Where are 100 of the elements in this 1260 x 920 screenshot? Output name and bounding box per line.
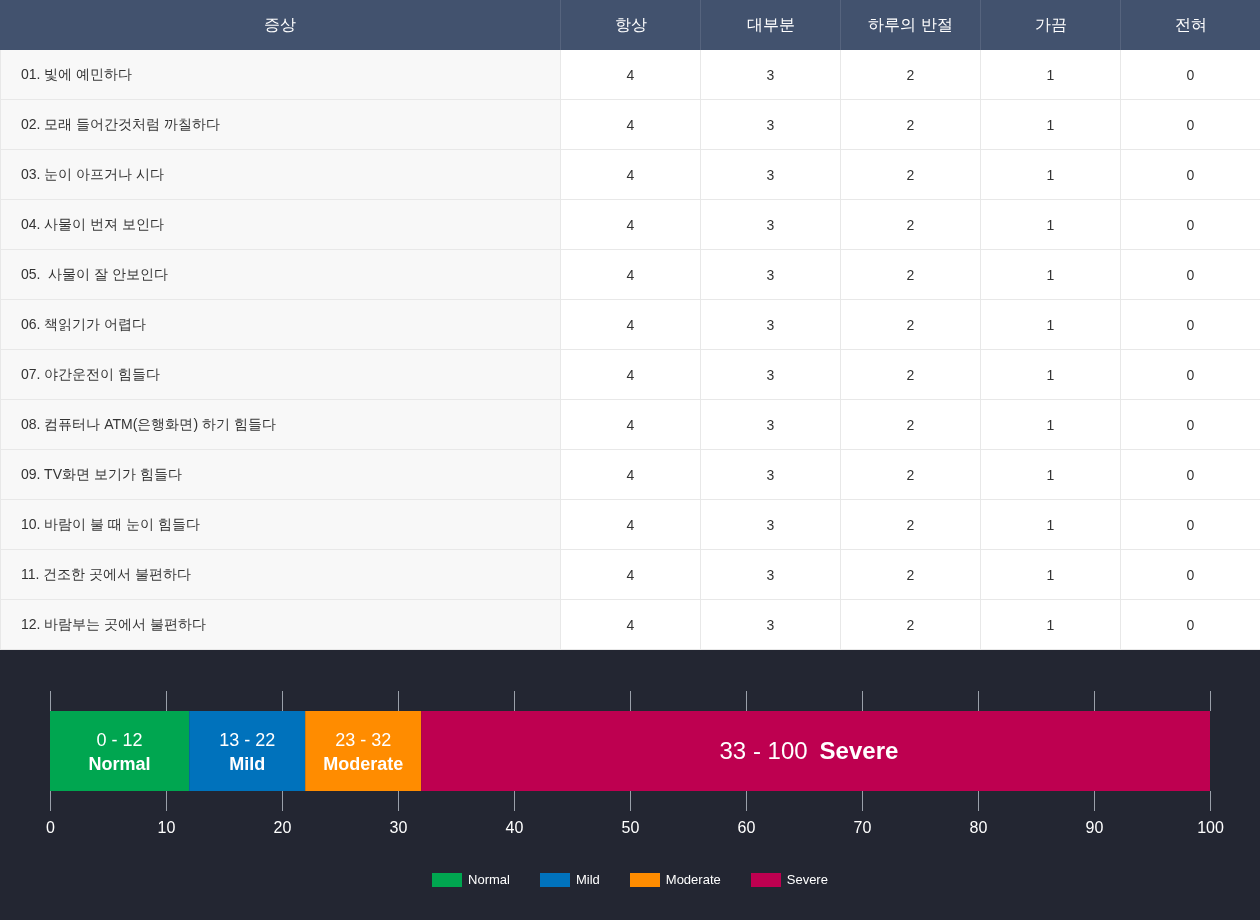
score-cell: 3 [700, 600, 840, 650]
score-cell: 1 [980, 450, 1120, 500]
axis-tick-label: 10 [157, 819, 176, 836]
symptom-cell: 07. 야간운전이 힘들다 [0, 350, 560, 400]
severity-label: Moderate [323, 754, 404, 774]
score-cell: 3 [700, 200, 840, 250]
score-cell: 3 [700, 500, 840, 550]
range-label: 33 - 100 [719, 737, 808, 764]
score-cell: 0 [1120, 150, 1260, 200]
score-cell: 2 [840, 350, 980, 400]
axis-tick-label: 40 [505, 819, 524, 836]
score-cell: 4 [560, 300, 700, 350]
score-cell: 0 [1120, 250, 1260, 300]
score-cell: 3 [700, 550, 840, 600]
symptom-cell: 09. TV화면 보기가 힘들다 [0, 450, 560, 500]
score-cell: 0 [1120, 50, 1260, 100]
score-cell: 4 [560, 200, 700, 250]
score-cell: 3 [700, 50, 840, 100]
score-cell: 1 [980, 100, 1120, 150]
score-cell: 2 [840, 400, 980, 450]
score-cell: 2 [840, 200, 980, 250]
axis-tick-label: 70 [853, 819, 872, 836]
severity-label: Severe [819, 737, 899, 764]
score-cell: 2 [840, 150, 980, 200]
score-cell: 4 [560, 600, 700, 650]
score-cell: 4 [560, 250, 700, 300]
score-cell: 0 [1120, 350, 1260, 400]
legend-label: Mild [575, 872, 600, 887]
range-label: 13 - 22 [219, 730, 276, 750]
score-cell: 1 [980, 50, 1120, 100]
axis-tick-label: 80 [969, 819, 988, 836]
score-cell: 1 [980, 550, 1120, 600]
column-header: 증상 [0, 0, 560, 50]
score-cell: 1 [980, 350, 1120, 400]
score-cell: 3 [700, 300, 840, 350]
symptom-cell: 03. 눈이 아프거나 시다 [0, 150, 560, 200]
severity-label: Normal [88, 754, 151, 774]
column-header: 항상 [560, 0, 700, 50]
symptom-cell: 06. 책읽기가 어렵다 [0, 300, 560, 350]
score-cell: 3 [700, 150, 840, 200]
symptom-cell: 11. 건조한 곳에서 불편하다 [0, 550, 560, 600]
axis-tick-label: 50 [621, 819, 640, 836]
score-cell: 2 [840, 100, 980, 150]
score-cell: 4 [560, 500, 700, 550]
score-cell: 3 [700, 400, 840, 450]
score-cell: 4 [560, 550, 700, 600]
score-cell: 2 [840, 250, 980, 300]
column-header: 전혀 [1120, 0, 1260, 50]
symptom-cell: 05. 사물이 잘 안보인다 [0, 250, 560, 300]
score-cell: 2 [840, 500, 980, 550]
score-cell: 0 [1120, 450, 1260, 500]
legend-label: Severe [786, 872, 828, 887]
score-cell: 3 [700, 100, 840, 150]
severity-label: Mild [229, 754, 266, 774]
axis-tick-label: 30 [389, 819, 408, 836]
column-header: 하루의 반절 [840, 0, 980, 50]
score-cell: 4 [560, 400, 700, 450]
symptom-cell: 04. 사물이 번져 보인다 [0, 200, 560, 250]
score-cell: 0 [1120, 600, 1260, 650]
symptom-cell: 10. 바람이 불 때 눈이 힘들다 [0, 500, 560, 550]
axis-tick-label: 20 [273, 819, 292, 836]
score-cell: 1 [980, 200, 1120, 250]
score-cell: 1 [980, 300, 1120, 350]
column-header: 가끔 [980, 0, 1120, 50]
score-cell: 1 [980, 400, 1120, 450]
legend-label: Moderate [665, 872, 721, 887]
score-cell: 0 [1120, 500, 1260, 550]
symptom-cell: 01. 빛에 예민하다 [0, 50, 560, 100]
score-cell: 1 [980, 150, 1120, 200]
score-cell: 1 [980, 600, 1120, 650]
axis-tick-label: 100 [1197, 819, 1224, 836]
score-cell: 2 [840, 50, 980, 100]
score-cell: 1 [980, 500, 1120, 550]
score-cell: 4 [560, 450, 700, 500]
score-cell: 2 [840, 300, 980, 350]
score-cell: 0 [1120, 100, 1260, 150]
range-label: 23 - 32 [335, 730, 392, 750]
column-header: 대부분 [700, 0, 840, 50]
score-cell: 2 [840, 450, 980, 500]
range-label: 0 - 12 [96, 730, 143, 750]
axis-tick-label: 90 [1085, 819, 1104, 836]
score-cell: 3 [700, 250, 840, 300]
score-cell: 4 [560, 100, 700, 150]
score-cell: 3 [700, 450, 840, 500]
axis-tick-label: 60 [737, 819, 756, 836]
score-cell: 2 [840, 600, 980, 650]
score-cell: 0 [1120, 300, 1260, 350]
symptom-cell: 08. 컴퓨터나 ATM(은행화면) 하기 힘들다 [0, 400, 560, 450]
score-cell: 2 [840, 550, 980, 600]
symptom-cell: 02. 모래 들어간것처럼 까칠하다 [0, 100, 560, 150]
legend-label: Normal [468, 872, 510, 887]
score-cell: 3 [700, 350, 840, 400]
score-cell: 4 [560, 50, 700, 100]
symptom-cell: 12. 바람부는 곳에서 불편하다 [0, 600, 560, 650]
axis-tick-label: 0 [46, 819, 55, 836]
score-cell: 1 [980, 250, 1120, 300]
score-cell: 4 [560, 150, 700, 200]
score-cell: 4 [560, 350, 700, 400]
score-cell: 0 [1120, 400, 1260, 450]
score-cell: 0 [1120, 550, 1260, 600]
